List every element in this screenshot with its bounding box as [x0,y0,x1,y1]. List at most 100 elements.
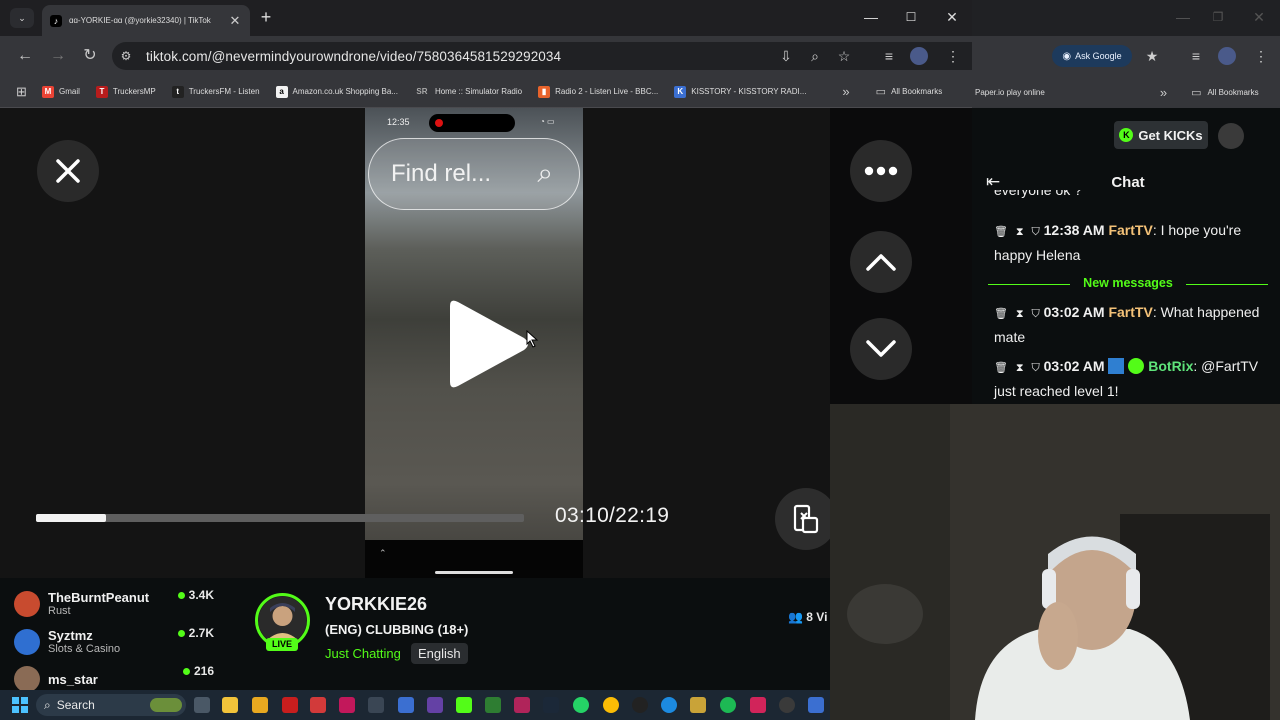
app-icon[interactable] [808,697,824,713]
kick-coin-icon: K [1119,128,1134,142]
close-tab-icon[interactable]: ✕ [228,13,242,29]
stream-category[interactable]: Just Chatting [325,646,401,661]
get-kicks-button[interactable]: K Get KICKs [1114,121,1208,149]
bookmark-simulator-radio[interactable]: SR Home :: Simulator Radio [414,86,522,98]
edge-icon[interactable] [661,697,677,713]
bookmark-amazon[interactable]: a Amazon.co.uk Shopping Ba... [275,85,398,98]
restore-button-2[interactable]: ❐ [1205,6,1231,28]
twitch-icon[interactable] [427,697,443,713]
shield-icon[interactable]: ⛉ [1031,362,1039,374]
app-icon[interactable] [398,697,414,713]
play-icon[interactable] [440,298,530,390]
profile-avatar-2[interactable] [1218,47,1236,65]
timeout-icon[interactable]: ⧗ [1016,362,1024,374]
language-tag[interactable]: English [411,643,468,664]
trash-icon[interactable]: 🗑 [994,308,1008,320]
toolbar: ← → ↻ ⚙ tiktok.com/@nevermindyourowndron… [0,36,972,76]
app-icon[interactable] [252,697,268,713]
media-controls-icon-2[interactable]: ≡ [1186,46,1206,66]
previous-video-button[interactable] [850,231,912,293]
video-frame[interactable]: 12:35 ◔ ▭ Find rel... ⌕ ⌃ [365,108,583,578]
rotate-screen-button[interactable] [775,488,837,550]
trash-icon[interactable]: 🗑 [994,226,1008,238]
folder-icon-2: ▭ [1191,86,1202,99]
new-tab-button[interactable]: + [256,7,276,27]
ask-google-button[interactable]: ◉ Ask Google [1052,45,1132,67]
profile-avatar[interactable] [910,47,928,65]
tiktok-icon: ♪ [50,14,62,27]
app-icon[interactable] [310,697,326,713]
app-icon[interactable] [514,697,530,713]
app-icon[interactable] [339,697,355,713]
bookmark-radio2[interactable]: ▮ Radio 2 - Listen Live - BBC... [538,85,658,98]
app-icon[interactable] [632,697,648,713]
shield-icon[interactable]: ⛉ [1031,308,1039,320]
install-app-icon[interactable]: ⇩ [776,46,796,66]
more-bookmarks-icon-2[interactable]: » [1160,85,1167,100]
tab-tiktok[interactable]: ♪ ɑɑ-YORKIE-ɑɑ (@yorkie32340) | TikTok ✕ [42,5,250,36]
all-bookmarks-label-2[interactable]: All Bookmarks [1207,88,1258,97]
more-options-button[interactable] [850,140,912,202]
steam-icon[interactable] [543,697,559,713]
app-icon[interactable] [779,697,795,713]
bookmark-star-icon[interactable]: ☆ [834,46,854,66]
close-window-button-2[interactable]: ✕ [1246,6,1272,28]
site-settings-icon[interactable]: ⚙ [112,49,140,63]
progress-bar[interactable] [36,514,524,522]
trash-icon[interactable]: 🗑 [994,362,1008,374]
back-button[interactable]: ← [15,46,35,66]
shield-icon[interactable]: ⛉ [1031,226,1039,238]
next-video-button[interactable] [850,318,912,380]
bookmark-star-icon-2[interactable]: ★ [1142,46,1162,66]
chat-username[interactable]: FartTV [1108,222,1152,238]
user-avatar[interactable] [1218,123,1244,149]
search-highlight-icon [150,698,182,712]
maximize-button[interactable]: ☐ [898,6,924,28]
menu-icon[interactable]: ⋮ [943,46,963,66]
close-window-button[interactable]: ✕ [939,6,965,28]
bookmark-truckersmp[interactable]: T TruckersMP [95,85,156,98]
bookmark-label: Home :: Simulator Radio [434,87,523,96]
timeout-icon[interactable]: ⧗ [1016,226,1024,238]
app-icon[interactable] [368,697,384,713]
bookmark-paperio[interactable]: Paper.io play online [975,88,1045,97]
file-explorer-icon[interactable] [222,697,238,713]
zoom-icon[interactable]: ⌕ [805,46,825,66]
tiktok-app-icon[interactable] [750,697,766,713]
recommended-channel[interactable]: Syztmz Slots & Casino 2.7K [14,626,214,655]
app-icon[interactable] [485,697,501,713]
taskbar-search[interactable]: ⌕ Search [36,694,186,716]
task-view-icon[interactable] [194,697,210,713]
chat-username[interactable]: BotRix [1148,358,1193,374]
media-controls-icon[interactable]: ≡ [879,46,899,66]
app-icon[interactable] [282,697,298,713]
whatsapp-icon[interactable] [573,697,589,713]
minimize-button-2[interactable]: — [1170,6,1196,28]
all-bookmarks[interactable]: ▭ All Bookmarks [876,85,943,98]
bookmark-gmail[interactable]: M Gmail [42,85,80,98]
forward-button[interactable]: → [48,46,68,66]
kick-icon[interactable] [456,697,472,713]
chat-username[interactable]: FartTV [1108,304,1152,320]
close-icon [56,159,80,183]
radio2-icon: ▮ [538,85,551,98]
reload-button[interactable]: ↻ [80,46,100,66]
recommended-channel[interactable]: TheBurntPeanut Rust 3.4K [14,588,214,617]
streamer-name[interactable]: YORKKIE26 [325,594,427,615]
app-icon[interactable] [690,697,706,713]
close-video-button[interactable] [37,140,99,202]
tab-search-button[interactable]: ⌄ [10,8,34,28]
bookmark-truckersfm[interactable]: t TruckersFM - Listen [171,85,260,98]
recommended-channel[interactable]: ms_star 216 [14,664,214,692]
timeout-icon[interactable]: ⧗ [1016,308,1024,320]
apps-grid-icon[interactable]: ⊞ [16,84,32,100]
menu-icon-2[interactable]: ⋮ [1251,46,1271,66]
more-bookmarks-icon[interactable]: » [842,84,849,99]
spotify-icon[interactable] [720,697,736,713]
channel-category: Rust [48,605,71,617]
minimize-button[interactable]: — [858,6,884,28]
chrome-icon[interactable] [603,697,619,713]
bookmark-kisstory[interactable]: K KISSTORY - KISSTORY RADI... [674,85,806,98]
windows-start-icon[interactable] [12,697,28,713]
video-player[interactable]: 12:35 ◔ ▭ Find rel... ⌕ ⌃ 03:10/22:19 [0,108,912,578]
